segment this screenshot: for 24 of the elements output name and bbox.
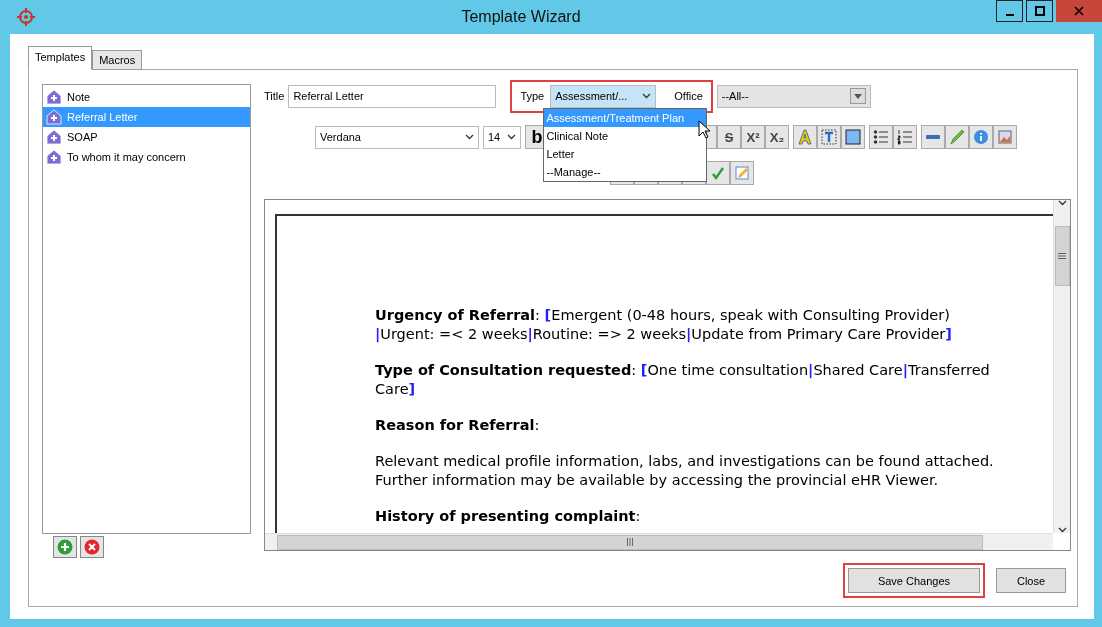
template-item[interactable]: SOAP <box>43 127 250 147</box>
type-label: Type <box>520 90 545 102</box>
font-size-select[interactable]: 14 <box>483 125 521 149</box>
document-paragraph: Urgency of Referral: [Emergent (0-48 hours, speak with Consulting Provider) |Urgent: =< 2 weeks|Routine: => 2 weeks|Update from Primary Care Provider] <box>375 306 953 344</box>
superscript-button[interactable]: X² <box>741 125 765 149</box>
tab[interactable]: Macros <box>92 50 143 70</box>
document-paragraph: Reason for Referral: <box>375 416 541 435</box>
template-item[interactable]: Note <box>43 87 250 107</box>
document-paragraph: Type of Consultation requested: [One time consultation|Shared Care|Transferred Care] <box>375 361 991 399</box>
dialog-button[interactable]: Close <box>996 568 1066 593</box>
office-label: Office <box>674 90 703 102</box>
tab[interactable]: Templates <box>28 46 93 70</box>
subscript-button[interactable]: X₂ <box>765 125 789 149</box>
template-item[interactable]: To whom it may concern <box>43 147 250 167</box>
font-family-select[interactable]: Verdana <box>315 125 479 149</box>
dialog-button[interactable]: Save Changes <box>848 568 980 593</box>
title-field[interactable]: Referral Letter <box>288 84 497 108</box>
type-select[interactable]: Assessment/... <box>550 84 657 108</box>
title-label: Title <box>264 90 285 102</box>
strikethrough-button[interactable]: S <box>717 125 741 149</box>
document-paragraph: History of presenting complaint: <box>375 507 642 526</box>
document-paragraph: Relevant medical profile information, labs, and investigations can be found attached. Further information may be available by accessing the provincial eHR Viewer. <box>375 452 995 490</box>
window-title: Template Wizard <box>460 8 582 26</box>
office-select[interactable]: --All-- <box>716 84 871 108</box>
